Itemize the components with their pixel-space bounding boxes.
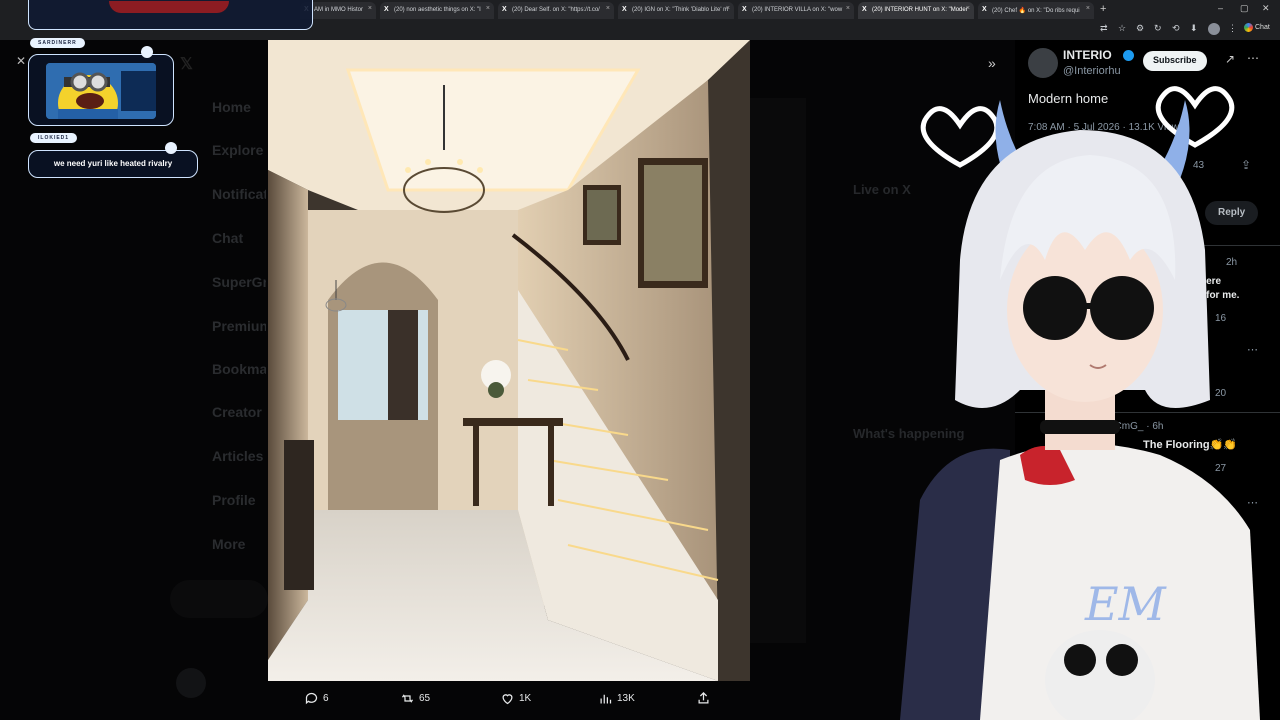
x-logo-icon: X [982, 6, 987, 13]
close-icon[interactable]: × [1086, 5, 1090, 12]
menu-icon[interactable]: ⋮ [1228, 23, 1237, 34]
close-media-icon[interactable]: ✕ [16, 54, 26, 68]
browser-tab[interactable]: X (20) non aesthetic things on X: "I × [380, 2, 494, 19]
reply-count: 6 [323, 693, 329, 704]
shirt-logo: EM [1084, 577, 1168, 631]
sidebar-item-explore[interactable]: Explore [212, 142, 263, 158]
x-logo-icon: X [502, 6, 507, 13]
x-logo-icon: X [742, 6, 747, 13]
bookmark-star-icon[interactable]: ☆ [1118, 23, 1126, 34]
close-icon[interactable]: × [486, 5, 490, 12]
x-logo-icon: X [384, 6, 389, 13]
close-icon[interactable]: × [368, 5, 372, 12]
maximize-button[interactable]: ▢ [1240, 3, 1249, 14]
media-image[interactable] [268, 40, 750, 681]
browser-tab[interactable]: X (20) Dear Self. on X: "https://t.co/ × [498, 2, 614, 19]
post-button[interactable] [170, 580, 268, 618]
chat-username: SARDINERR [30, 38, 85, 48]
history-icon[interactable]: ⟲ [1172, 23, 1180, 34]
vtuber-avatar: EM [900, 86, 1260, 720]
account-avatar[interactable] [176, 668, 206, 698]
overlay-chat-card-top [28, 0, 313, 30]
download-icon[interactable]: ⬇ [1190, 23, 1198, 34]
close-icon[interactable]: × [966, 5, 970, 12]
views-icon [600, 694, 612, 704]
sidebar-item-notifications[interactable]: Notifications [212, 186, 266, 202]
tab-label: (20) INTERIOR VILLA on X: "wow [752, 7, 843, 13]
x-logo-icon: X [622, 6, 627, 13]
tab-label: (20) INTERIOR HUNT on X: "Moder [872, 7, 968, 13]
views-button[interactable]: 13K [598, 691, 635, 706]
sidebar-item-bookmarks[interactable]: Bookmarks [212, 361, 266, 377]
close-icon[interactable]: × [846, 5, 850, 12]
overlay-chat-card [28, 54, 174, 126]
bear-icon [141, 46, 153, 58]
new-tab-button[interactable]: + [1100, 3, 1106, 15]
share-button[interactable] [696, 691, 711, 706]
translate-icon[interactable]: ⇄ [1100, 23, 1108, 34]
browser-tab[interactable]: X (20) INTERIOR VILLA on X: "wow × [738, 2, 854, 19]
chat-label: Chat [1255, 24, 1270, 31]
tab-label: (20) Chef 🔥 on X: "Do ribs requi [992, 8, 1080, 14]
tab-label: (20) non aesthetic things on X: "I [394, 7, 481, 13]
close-window-button[interactable]: ✕ [1262, 3, 1270, 14]
sidebar-item-articles[interactable]: Articles [212, 448, 266, 464]
repost-icon [401, 694, 414, 703]
sidebar-item-premium[interactable]: Premium [212, 318, 266, 334]
reply-icon [305, 692, 318, 705]
repost-button[interactable]: 65 [400, 691, 430, 706]
minion-emote [46, 63, 156, 119]
repost-count: 65 [419, 693, 431, 704]
close-icon[interactable]: × [606, 5, 610, 12]
sidebar-item-creator-studio[interactable]: Creator Studio [212, 404, 266, 420]
dimmed-feed-edge [750, 98, 806, 643]
browser-tab[interactable]: X (20) IGN on X: "Think 'Diablo Lite' m × [618, 2, 734, 19]
sidebar-item-chat[interactable]: Chat [212, 230, 243, 246]
media-action-bar: 6 65 1K 13K [268, 683, 750, 715]
sidebar-item-supergrok[interactable]: SuperGrok [212, 274, 266, 290]
interior-photo [268, 40, 750, 681]
reload-icon[interactable]: ↻ [1154, 23, 1162, 34]
profile-avatar[interactable] [1208, 23, 1220, 35]
chat-button[interactable]: Chat [1244, 23, 1270, 32]
x-logo-icon: 𝕏 [180, 56, 193, 73]
x-logo-icon: X [862, 6, 867, 13]
tab-label: (20) Dear Self. on X: "https://t.co/ [512, 7, 600, 13]
sidebar-item-profile[interactable]: Profile [212, 492, 256, 508]
emote-image [109, 1, 229, 13]
close-icon[interactable]: × [726, 5, 730, 12]
overlay-chat-card: we need yuri like heated rivalry [28, 150, 198, 178]
bear-icon [165, 142, 177, 154]
reply-button[interactable]: 6 [304, 691, 329, 706]
extensions-icon[interactable]: ⚙ [1136, 23, 1144, 34]
chat-message: we need yuri like heated rivalry [53, 159, 173, 168]
heart-icon [502, 694, 513, 705]
like-count: 1K [519, 693, 532, 704]
browser-tab-active[interactable]: X (20) INTERIOR HUNT on X: "Moder × [858, 2, 974, 19]
minimize-button[interactable]: – [1218, 3, 1223, 13]
tab-label: (20) IGN on X: "Think 'Diablo Lite' m [632, 7, 729, 13]
browser-tab[interactable]: X (20) Chef 🔥 on X: "Do ribs requi × [978, 2, 1094, 19]
chat-username: ILOKIED1 [30, 133, 78, 143]
sidebar-item-home[interactable]: Home [212, 99, 251, 115]
chat-icon [1244, 23, 1253, 32]
emote-image [46, 63, 156, 119]
sidebar-item-more[interactable]: More [212, 536, 245, 552]
share-icon [698, 691, 709, 704]
like-button[interactable]: 1K [500, 691, 531, 706]
tab-label: AM in MMO Histor [314, 7, 364, 13]
view-count: 13K [617, 693, 635, 704]
